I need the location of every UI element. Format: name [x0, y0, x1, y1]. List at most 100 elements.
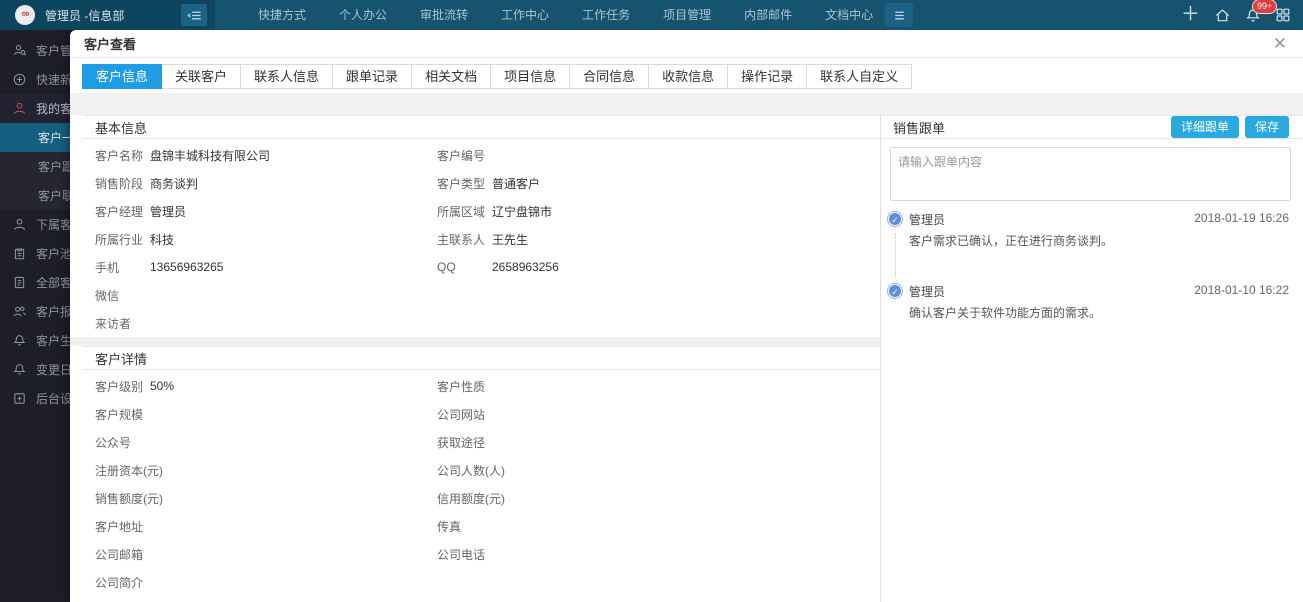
field-label: 客户类型 [437, 175, 492, 192]
grid-apps-icon[interactable] [1275, 7, 1291, 23]
modal-tabbar: 客户信息关联客户联系人信息跟单记录相关文档项目信息合同信息收款信息操作记录联系人… [70, 58, 1303, 93]
close-icon[interactable]: ✕ [1273, 35, 1287, 52]
save-button[interactable]: 保存 [1245, 116, 1289, 138]
topbar-menu-item[interactable]: 项目管理 [655, 0, 719, 30]
topbar-menu-item[interactable]: 工作任务 [574, 0, 638, 30]
field-value: 商务谈判 [150, 175, 437, 192]
field-label: 公司网站 [437, 406, 492, 423]
bell-icon[interactable]: 99+ [1245, 7, 1261, 24]
plus-icon[interactable]: ＋ [1181, 1, 1200, 29]
sidebar-item-label: 快速新建 [36, 71, 70, 88]
person-icon [12, 101, 28, 116]
tab-联系人自定义[interactable]: 联系人自定义 [806, 64, 912, 89]
tab-联系人信息[interactable]: 联系人信息 [240, 64, 333, 89]
detail-follow-button[interactable]: 详细跟单 [1171, 116, 1239, 138]
sidebar: 客户管理快速新建我的客户客户一览客户跟单客户联系人下属客户客户池全部客户客户报表… [0, 30, 70, 602]
field-value: 13656963265 [150, 260, 437, 274]
sidebar-item-label: 客户管理 [36, 42, 70, 59]
tab-收款信息[interactable]: 收款信息 [648, 64, 728, 89]
section-title: 基本信息 [95, 118, 147, 137]
file-list-icon [12, 275, 28, 290]
field-value: 盘锦丰城科技有限公司 [150, 147, 437, 164]
sidebar-item-客户报表[interactable]: 客户报表 [0, 297, 70, 326]
tab-项目信息[interactable]: 项目信息 [490, 64, 570, 89]
field-value: 2658963256 [492, 260, 880, 274]
app-logo-icon: ∞ [15, 5, 35, 25]
field-label: 公司简介 [95, 574, 150, 591]
home-icon[interactable] [1214, 7, 1231, 24]
field-row: 销售额度(元)信用额度(元) [82, 484, 880, 512]
follow-header: 销售跟单 详细跟单 保存 [881, 115, 1303, 139]
tab-跟单记录[interactable]: 跟单记录 [332, 64, 412, 89]
field-label: 所属区域 [437, 203, 492, 220]
field-label: 获取途径 [437, 434, 492, 451]
field-row: 来访者 [82, 309, 880, 337]
field-label: 传真 [437, 518, 492, 535]
topbar-brand-area: ∞ 管理员 -信息部 [0, 0, 215, 30]
tab-关联客户[interactable]: 关联客户 [161, 64, 241, 89]
sidebar-item-label: 客户联系人 [38, 187, 70, 204]
topbar-menu-item[interactable]: 文档中心 [817, 0, 881, 30]
field-row: 公司邮箱公司电话 [82, 540, 880, 568]
tab-客户信息[interactable]: 客户信息 [82, 64, 162, 89]
field-label: 客户性质 [437, 378, 492, 395]
tab-相关文档[interactable]: 相关文档 [411, 64, 491, 89]
sidebar-item-变更日志[interactable]: 变更日志 [0, 355, 70, 384]
sidebar-item-客户池[interactable]: 客户池 [0, 239, 70, 268]
field-value: 50% [150, 379, 437, 393]
sidebar-item-label: 后台设置 [36, 390, 70, 407]
sidebar-item-label: 客户一览 [38, 129, 70, 146]
topbar-menu-item[interactable]: 个人办公 [331, 0, 395, 30]
follow-entry: ✓管理员2018-01-19 16:26客户需求已确认，正在进行商务谈判。 [881, 207, 1303, 249]
follow-content-input[interactable] [890, 147, 1291, 201]
field-label: 所属行业 [95, 231, 150, 248]
sidebar-item-label: 客户跟单 [38, 158, 70, 175]
topbar-menu-item[interactable]: 审批流转 [412, 0, 476, 30]
field-label: 客户编号 [437, 147, 492, 164]
sidebar-item-客户一览[interactable]: 客户一览 [0, 123, 70, 152]
section-divider [70, 337, 880, 346]
field-label: 微信 [95, 287, 150, 304]
field-value: 管理员 [150, 203, 437, 220]
topbar-right-icons: ＋ 99+ [1181, 1, 1303, 29]
entry-author: 管理员 [909, 213, 945, 227]
section-title: 客户详情 [95, 349, 147, 368]
field-row: 所属行业科技主联系人王先生 [82, 225, 880, 253]
field-row: 客户名称盘锦丰城科技有限公司客户编号 [82, 141, 880, 169]
field-label: 信用额度(元) [437, 490, 492, 507]
field-row: 注册资本(元)公司人数(人) [82, 456, 880, 484]
person-search-icon [12, 43, 28, 58]
topbar-menu: 快捷方式个人办公审批流转工作中心工作任务项目管理内部邮件文档中心 [250, 0, 881, 30]
collapse-menu-icon[interactable] [181, 4, 207, 26]
sidebar-item-快速新建[interactable]: 快速新建 [0, 65, 70, 94]
sidebar-item-客户管理[interactable]: 客户管理 [0, 36, 70, 65]
sidebar-item-客户联系人[interactable]: 客户联系人 [0, 181, 70, 210]
field-label: 销售阶段 [95, 175, 150, 192]
topbar-menu-item[interactable]: 快捷方式 [250, 0, 314, 30]
field-value: 科技 [150, 231, 437, 248]
modal-title: 客户查看 [84, 34, 136, 53]
topbar-menu-item[interactable]: 内部邮件 [736, 0, 800, 30]
sidebar-item-label: 客户生日 [36, 332, 70, 349]
check-circle-icon: ✓ [888, 212, 902, 226]
sidebar-item-label: 我的客户 [36, 100, 70, 117]
field-label: 客户经理 [95, 203, 150, 220]
tab-合同信息[interactable]: 合同信息 [569, 64, 649, 89]
sales-follow-pane: 销售跟单 详细跟单 保存 ✓管理员2018-01-19 16:26客户需求已确认… [881, 115, 1303, 602]
entry-content: 确认客户关于软件功能方面的需求。 [909, 305, 1289, 321]
sidebar-item-label: 客户报表 [36, 303, 70, 320]
field-row: 公司简介 [82, 568, 880, 596]
tab-操作记录[interactable]: 操作记录 [727, 64, 807, 89]
sidebar-item-全部客户[interactable]: 全部客户 [0, 268, 70, 297]
sidebar-item-下属客户[interactable]: 下属客户 [0, 210, 70, 239]
field-label: QQ [437, 260, 492, 274]
field-row: 客户地址传真 [82, 512, 880, 540]
sidebar-item-后台设置[interactable]: 后台设置 [0, 384, 70, 413]
sidebar-item-客户跟单[interactable]: 客户跟单 [0, 152, 70, 181]
sidebar-item-客户生日[interactable]: 客户生日 [0, 326, 70, 355]
sidebar-item-label: 全部客户 [36, 274, 70, 291]
topbar-menu-item[interactable]: 工作中心 [493, 0, 557, 30]
hamburger-menu-icon[interactable] [885, 3, 913, 27]
sidebar-item-我的客户[interactable]: 我的客户 [0, 94, 70, 123]
field-label: 公司邮箱 [95, 546, 150, 563]
